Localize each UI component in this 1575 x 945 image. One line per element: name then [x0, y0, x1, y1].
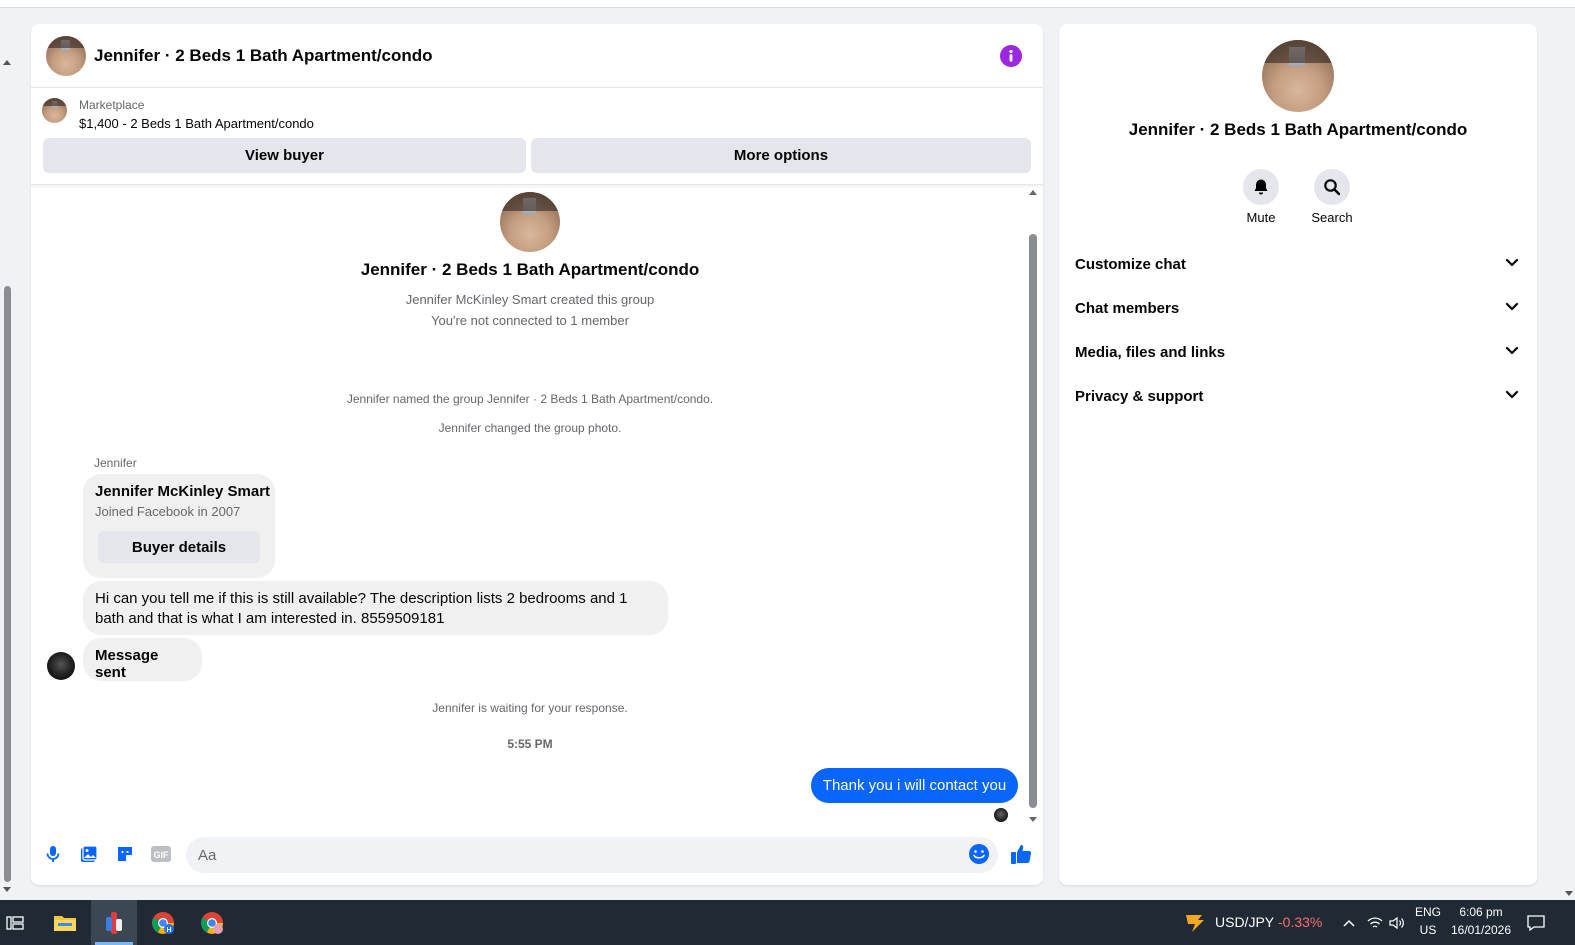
view-buyer-button[interactable]: View buyer	[43, 138, 526, 173]
page-scrollbar-right[interactable]	[1563, 0, 1575, 900]
microphone-icon[interactable]	[41, 842, 65, 866]
scroll-up-arrow[interactable]	[3, 60, 11, 65]
search-button[interactable]: Search	[1302, 169, 1362, 225]
windows-taskbar: H USD/JPY -0.33% ENG US 6:06 pm 16/01/20…	[0, 900, 1575, 945]
scroll-up-arrow[interactable]	[1029, 190, 1037, 195]
group-avatar[interactable]	[46, 35, 86, 76]
task-view-icon[interactable]	[0, 900, 30, 945]
browser-top-strip	[0, 0, 1575, 8]
sender-name: Jennifer	[94, 456, 137, 470]
chat-members-section[interactable]: Chat members	[1067, 288, 1529, 328]
chat-details-panel: Jennifer · 2 Beds 1 Bath Apartment/condo…	[1059, 24, 1537, 885]
language-bottom[interactable]: US	[1410, 923, 1446, 937]
info-icon[interactable]	[1000, 45, 1022, 67]
scroll-down-arrow[interactable]	[1565, 891, 1573, 896]
marketplace-listing-bar: Marketplace $1,400 - 2 Beds 1 Bath Apart…	[31, 88, 1043, 185]
svg-text:H: H	[166, 927, 171, 934]
clock-time[interactable]: 6:06 pm	[1448, 905, 1514, 919]
chrome-icon-profile-h[interactable]: H	[140, 900, 186, 945]
ticker-symbol[interactable]: USD/JPY	[1215, 914, 1274, 930]
details-title: Jennifer · 2 Beds 1 Bath Apartment/condo	[1128, 120, 1468, 139]
chevron-down-icon	[1505, 258, 1519, 267]
wifi-icon[interactable]	[1364, 900, 1386, 945]
group-photo-event: Jennifer changed the group photo.	[438, 421, 622, 435]
listing-title[interactable]: $1,400 - 2 Beds 1 Bath Apartment/condo	[79, 116, 314, 131]
chevron-down-icon	[1505, 390, 1519, 399]
chat-panel: Jennifer · 2 Beds 1 Bath Apartment/condo…	[31, 24, 1043, 885]
gif-icon[interactable]: GIF	[149, 842, 173, 866]
notifications-icon[interactable]	[1522, 900, 1550, 945]
search-icon[interactable]	[1314, 169, 1350, 205]
svg-text:GIF: GIF	[154, 850, 170, 860]
app-icon-active[interactable]	[91, 900, 137, 945]
like-icon[interactable]	[1009, 842, 1033, 866]
group-named-event: Jennifer named the group Jennifer · 2 Be…	[346, 392, 714, 406]
section-label: Chat members	[1075, 299, 1180, 317]
media-files-links-section[interactable]: Media, files and links	[1067, 332, 1529, 372]
incoming-message[interactable]: Hi can you tell me if this is still avai…	[83, 581, 668, 635]
sender-avatar[interactable]	[47, 652, 75, 680]
chat-title[interactable]: Jennifer · 2 Beds 1 Bath Apartment/condo	[94, 46, 432, 66]
market-ticker-icon[interactable]	[1180, 900, 1210, 945]
scroll-down-arrow[interactable]	[3, 887, 11, 892]
message-list: Jennifer · 2 Beds 1 Bath Apartment/condo…	[31, 186, 1043, 826]
chrome-icon[interactable]	[189, 900, 235, 945]
message-scrollbar[interactable]	[1027, 186, 1039, 826]
chat-header: Jennifer · 2 Beds 1 Bath Apartment/condo	[31, 24, 1043, 88]
group-created-text: Jennifer McKinley Smart created this gro…	[405, 292, 655, 307]
waiting-status: Jennifer is waiting for your response.	[432, 701, 628, 715]
message-input[interactable]	[198, 837, 958, 873]
photo-icon[interactable]	[77, 842, 101, 866]
chevron-down-icon	[1505, 302, 1519, 311]
listing-thumbnail[interactable]	[42, 98, 67, 123]
section-label: Privacy & support	[1075, 387, 1204, 405]
volume-icon[interactable]	[1386, 900, 1408, 945]
buyer-joined: Joined Facebook in 2007	[95, 504, 241, 519]
message-input-box[interactable]	[186, 837, 998, 873]
section-label: Media, files and links	[1075, 343, 1226, 361]
listing-label: Marketplace	[79, 98, 145, 112]
outgoing-message[interactable]: Thank you i will contact you	[811, 768, 1018, 803]
scrollbar-thumb[interactable]	[4, 286, 11, 882]
group-avatar-large[interactable]	[1262, 40, 1334, 112]
composer: GIF	[31, 829, 1043, 885]
bell-icon[interactable]	[1243, 169, 1279, 205]
seen-avatar	[994, 808, 1008, 822]
message-timestamp: 5:55 PM	[507, 737, 553, 751]
chevron-up-icon[interactable]	[1338, 900, 1360, 945]
buyer-card: Jennifer McKinley Smart Joined Facebook …	[83, 474, 275, 578]
search-label: Search	[1311, 210, 1353, 225]
file-explorer-icon[interactable]	[42, 900, 88, 945]
section-label: Customize chat	[1075, 255, 1186, 273]
emoji-icon[interactable]	[968, 843, 992, 867]
buyer-details-button[interactable]: Buyer details	[98, 531, 260, 563]
page-scrollbar-left[interactable]	[0, 56, 14, 896]
clock-date[interactable]: 16/01/2026	[1448, 923, 1514, 937]
privacy-support-section[interactable]: Privacy & support	[1067, 376, 1529, 416]
not-connected-text: You're not connected to 1 member	[431, 313, 629, 328]
language-top[interactable]: ENG	[1410, 905, 1446, 919]
ticker-change: -0.33%	[1278, 914, 1323, 930]
message-sent-bubble[interactable]: Message sent	[83, 638, 202, 681]
mute-button[interactable]: Mute	[1231, 169, 1291, 225]
more-options-button[interactable]: More options	[531, 138, 1031, 173]
chevron-down-icon	[1505, 346, 1519, 355]
sticker-icon[interactable]	[113, 842, 137, 866]
group-photo	[500, 192, 560, 252]
scroll-down-arrow[interactable]	[1029, 817, 1037, 822]
scrollbar-thumb[interactable]	[1029, 234, 1037, 808]
mute-label: Mute	[1246, 210, 1276, 225]
group-title: Jennifer · 2 Beds 1 Bath Apartment/condo	[360, 260, 700, 279]
buyer-name: Jennifer McKinley Smart	[95, 483, 271, 500]
customize-chat-section[interactable]: Customize chat	[1067, 244, 1529, 284]
